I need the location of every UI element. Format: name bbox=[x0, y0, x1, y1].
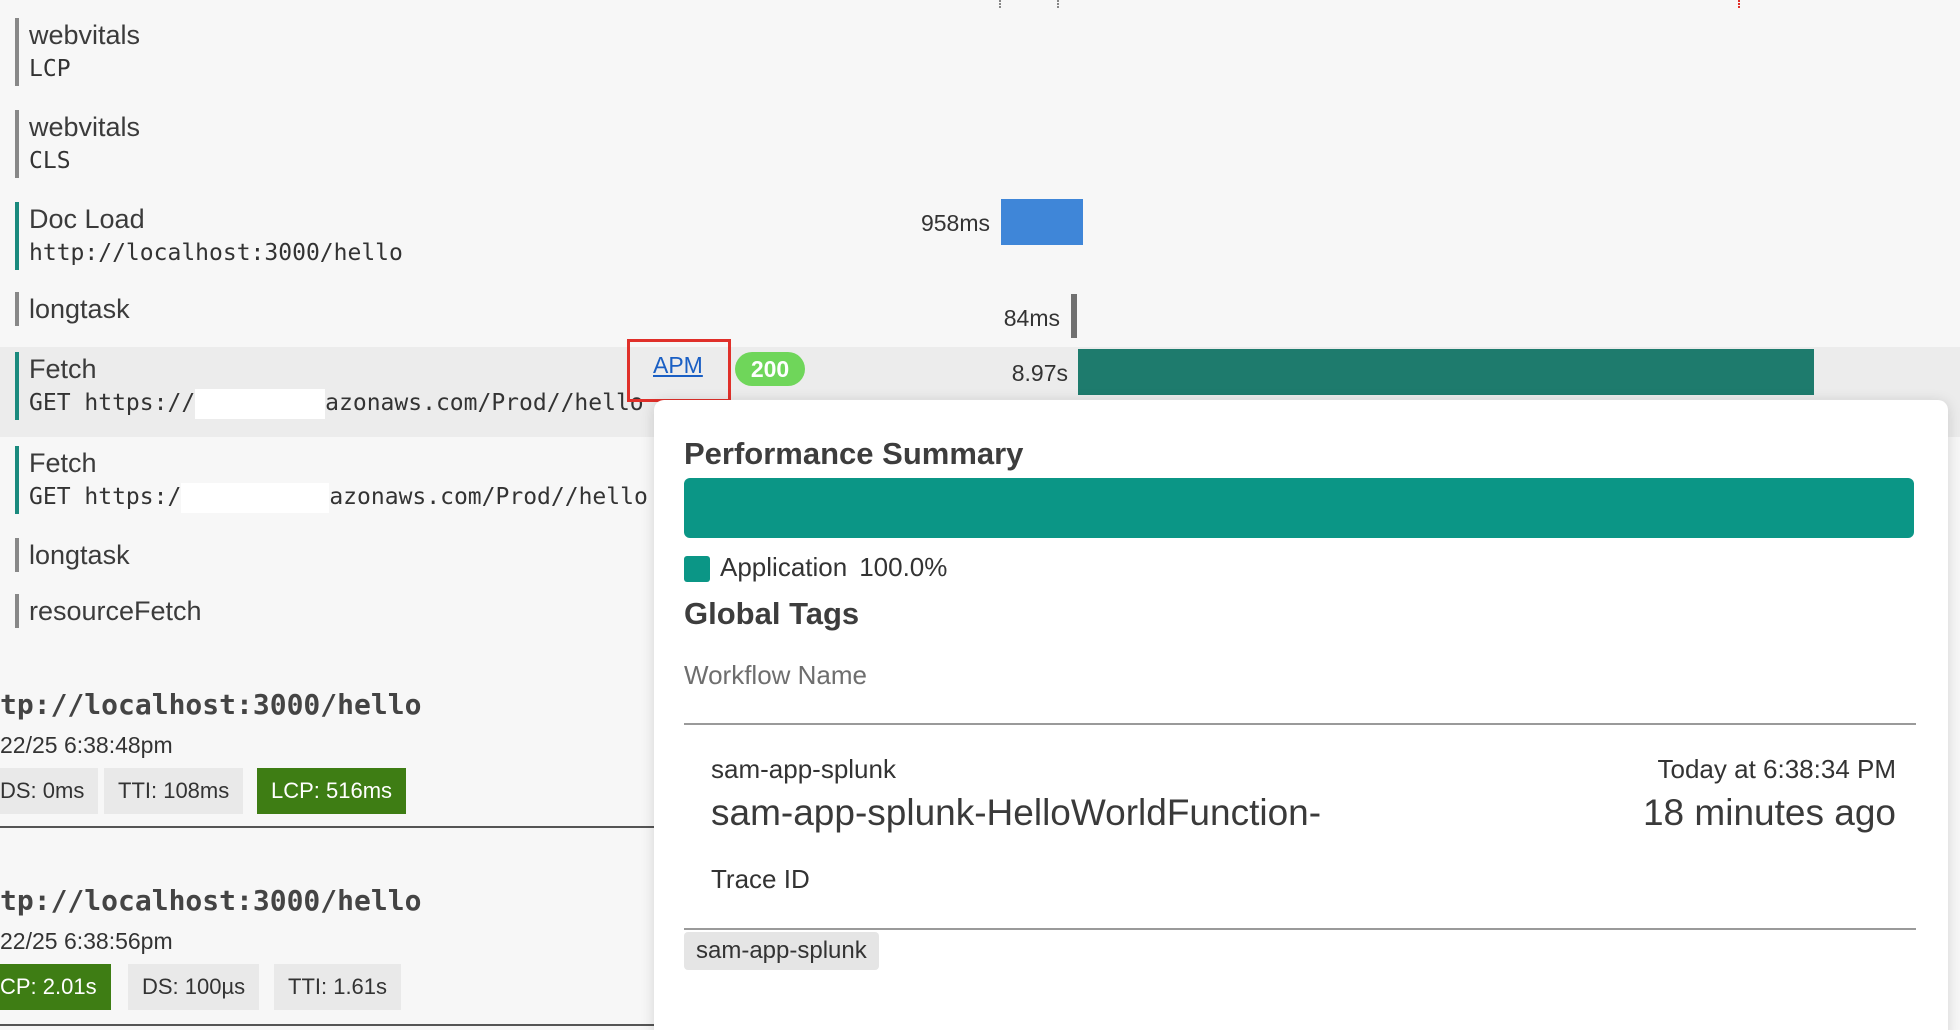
url-suffix: azonaws.com/Prod//hello bbox=[325, 390, 644, 416]
url-prefix: GET https:// bbox=[29, 390, 196, 416]
span-duration: 958ms bbox=[920, 210, 990, 236]
metric-chip-ds: DS: 0ms bbox=[0, 768, 99, 814]
global-tags-title: Global Tags bbox=[684, 596, 860, 631]
workflow-name-label: Workflow Name bbox=[684, 660, 868, 690]
trace-operation[interactable]: sam-app-splunk-HelloWorldFunction- bbox=[711, 792, 1351, 834]
span-bar-fetch[interactable] bbox=[1078, 349, 1814, 395]
span-row-fetch-2[interactable]: Fetch GET https:/ azonaws.com/Prod//hello bbox=[15, 446, 648, 514]
status-badge: 200 bbox=[735, 352, 805, 386]
timeline-tick bbox=[1738, 0, 1740, 8]
timeline-tick bbox=[1057, 0, 1059, 8]
legend-percent: 100.0% bbox=[859, 552, 948, 582]
span-duration: 8.97s bbox=[1011, 360, 1068, 386]
span-row-resourcefetch[interactable]: resourceFetch bbox=[15, 594, 202, 628]
url-prefix: GET https:/ bbox=[29, 484, 182, 510]
session-date: 22/25 6:38:56pm bbox=[0, 928, 173, 954]
span-row-longtask-2[interactable]: longtask bbox=[15, 538, 130, 572]
divider bbox=[0, 1024, 654, 1026]
span-duration: 84ms bbox=[1003, 305, 1060, 331]
trace-time: Today at 6:38:34 PM bbox=[1657, 754, 1896, 784]
metric-chip-tti: TTI: 108ms bbox=[104, 768, 244, 814]
span-bar-doc-load[interactable] bbox=[1001, 199, 1083, 245]
span-name: Fetch bbox=[29, 354, 97, 384]
metric-chip-lcp: CP: 2.01s bbox=[0, 964, 111, 1010]
session-url[interactable]: tp://localhost:3000/hello bbox=[0, 884, 421, 917]
divider bbox=[684, 723, 1916, 725]
span-name: resourceFetch bbox=[29, 596, 202, 626]
span-sub: CLS bbox=[29, 148, 71, 174]
span-row-webvitals-cls[interactable]: webvitals CLS bbox=[15, 110, 140, 178]
url-suffix: azonaws.com/Prod//hello bbox=[329, 484, 648, 510]
span-name: Doc Load bbox=[29, 204, 145, 234]
divider bbox=[684, 928, 1916, 930]
performance-bar-application bbox=[684, 478, 1914, 538]
span-sub: http://localhost:3000/hello bbox=[29, 240, 403, 266]
span-row-doc-load[interactable]: Doc Load http://localhost:3000/hello bbox=[15, 202, 403, 270]
span-name: Fetch bbox=[29, 448, 97, 478]
span-name: longtask bbox=[29, 540, 130, 570]
span-row-fetch-1[interactable]: Fetch GET https:// azonaws.com/Prod//hell… bbox=[15, 352, 644, 420]
metric-chip-lcp: LCP: 516ms bbox=[257, 768, 407, 814]
trace-id-label: Trace ID bbox=[711, 864, 810, 894]
trace-ago: 18 minutes ago bbox=[1642, 792, 1896, 833]
timeline-tick bbox=[999, 0, 1001, 8]
session-url[interactable]: tp://localhost:3000/hello bbox=[0, 688, 421, 721]
span-name: webvitals bbox=[29, 112, 141, 142]
span-sub: GET https:/ azonaws.com/Prod//hello bbox=[29, 480, 648, 514]
span-bar-longtask[interactable] bbox=[1071, 294, 1077, 338]
span-sub: GET https:// azonaws.com/Prod//hello bbox=[29, 386, 644, 420]
redacted-host bbox=[181, 482, 330, 513]
apm-popover: Performance Summary Application 100.0% Gl… bbox=[654, 400, 1948, 1030]
tag-chip[interactable]: sam-app-splunk bbox=[684, 932, 879, 970]
session-date: 22/25 6:38:48pm bbox=[0, 732, 173, 758]
legend-swatch bbox=[684, 556, 710, 582]
span-name: webvitals bbox=[29, 20, 141, 50]
highlight-box bbox=[627, 339, 731, 402]
legend-entry: Application 100.0% bbox=[720, 552, 947, 583]
span-row-longtask[interactable]: longtask bbox=[15, 292, 130, 326]
span-name: longtask bbox=[29, 294, 130, 324]
metric-chip-tti: TTI: 1.61s bbox=[274, 964, 402, 1010]
metric-chip-ds: DS: 100µs bbox=[128, 964, 260, 1010]
trace-service: sam-app-splunk bbox=[711, 754, 896, 784]
divider bbox=[0, 826, 654, 828]
span-row-webvitals-lcp[interactable]: webvitals LCP bbox=[15, 18, 140, 86]
redacted-host bbox=[195, 388, 326, 419]
span-sub: LCP bbox=[29, 56, 71, 82]
legend-label: Application bbox=[720, 552, 848, 582]
performance-summary-title: Performance Summary bbox=[684, 436, 1024, 471]
